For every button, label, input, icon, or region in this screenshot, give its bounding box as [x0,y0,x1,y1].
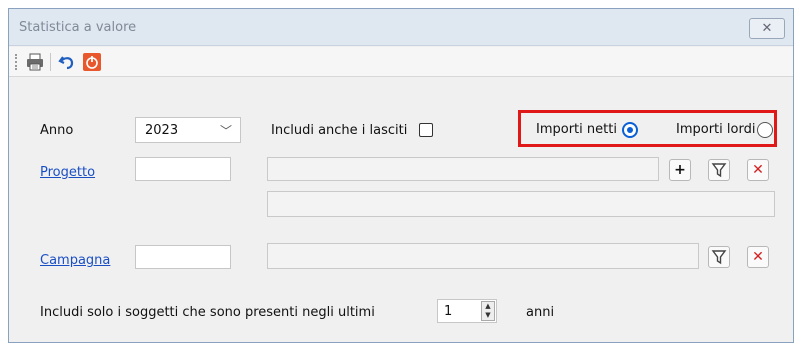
campagna-link[interactable]: Campagna [40,253,110,268]
campagna-code-input[interactable] [135,245,231,269]
campagna-clear-button[interactable]: ✕ [747,246,769,268]
anni-label: anni [526,305,555,320]
stepper-up-icon[interactable]: ▲ [482,302,494,311]
anno-label: Anno [40,123,74,138]
importi-netti-radio[interactable] [622,122,638,138]
progetto-extra-field [267,191,775,217]
close-button[interactable]: ✕ [749,18,785,39]
progetto-link[interactable]: Progetto [40,165,95,180]
statistica-window: Statistica a valore ✕ Anno 2023 ﹀ Includ… [8,8,794,343]
importi-lordi-radio[interactable] [757,122,773,138]
plus-icon: + [674,162,686,178]
exit-button[interactable] [82,52,102,72]
progetto-code-input[interactable] [135,157,231,181]
progetto-clear-button[interactable]: ✕ [747,159,769,181]
power-icon [83,53,101,71]
campagna-description-field [267,243,699,269]
clear-x-icon: ✕ [752,249,764,265]
soggetti-label: Includi solo i soggetti che sono present… [40,305,375,320]
progetto-description-field [267,157,659,181]
window-title: Statistica a valore [19,20,137,35]
clear-x-icon: ✕ [752,162,764,178]
anno-value: 2023 [145,123,179,138]
toolbar-separator [50,53,51,71]
anni-value: 1 [444,304,453,319]
print-button[interactable] [25,52,45,72]
stepper-buttons[interactable]: ▲ ▼ [481,301,495,321]
anno-select[interactable]: 2023 ﹀ [135,117,241,143]
chevron-down-icon: ﹀ [219,124,232,138]
filter-icon [711,250,727,265]
undo-icon [58,56,74,70]
filter-icon [711,163,727,178]
printer-icon [27,53,43,71]
title-bar: Statistica a valore ✕ [9,9,793,46]
progetto-filter-button[interactable] [708,159,730,181]
lasciti-label: Includi anche i lasciti [271,123,408,138]
undo-button[interactable] [57,52,77,72]
close-icon: ✕ [761,21,773,36]
toolbar [9,47,793,77]
toolbar-grip [15,54,17,70]
importi-netti-label: Importi netti [536,122,617,137]
lasciti-checkbox[interactable] [419,123,433,137]
stepper-down-icon[interactable]: ▼ [482,311,494,320]
anni-stepper[interactable]: 1 ▲ ▼ [437,299,497,323]
campagna-filter-button[interactable] [708,246,730,268]
importi-lordi-label: Importi lordi [676,122,756,137]
progetto-add-button[interactable]: + [669,159,691,181]
